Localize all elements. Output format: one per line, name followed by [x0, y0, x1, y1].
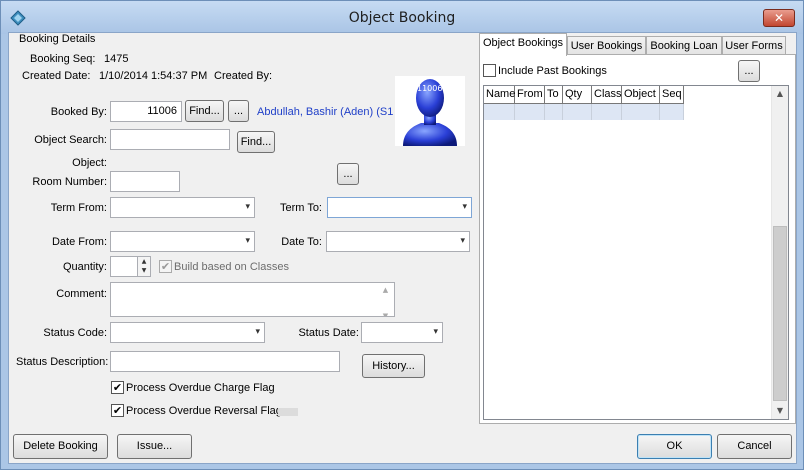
- bookings-more-button[interactable]: ...: [738, 60, 760, 82]
- column-header-class[interactable]: Class: [592, 86, 622, 104]
- created-date-value: 1/10/2014 1:54:37 PM: [99, 70, 208, 82]
- tab-user-forms[interactable]: User Forms: [722, 36, 786, 55]
- chevron-down-icon: ▾: [245, 202, 250, 212]
- date-from-select[interactable]: ▾: [110, 231, 255, 252]
- room-number-input[interactable]: [110, 171, 180, 192]
- object-booking-window: Object Booking ✕ Booking Details Booking…: [0, 0, 804, 470]
- object-bookings-panel: Include Past Bookings ... Name From To Q…: [479, 54, 796, 424]
- object-search-find-button[interactable]: Find...: [237, 131, 275, 153]
- textarea-scroll-icon: ▲ ▼: [382, 286, 389, 317]
- title-bar[interactable]: Object Booking ✕: [1, 1, 803, 34]
- column-header-object[interactable]: Object: [622, 86, 660, 104]
- booked-by-name-link[interactable]: Abdullah, Bashir (Aden) (S12: [257, 106, 393, 118]
- chevron-down-icon: ▾: [255, 327, 260, 337]
- include-past-checkbox[interactable]: [483, 64, 496, 77]
- object-label: Object:: [72, 157, 107, 169]
- object-more-button[interactable]: ...: [337, 163, 359, 185]
- comment-textarea[interactable]: ▲ ▼: [110, 282, 395, 317]
- user-avatar: 11006: [395, 76, 465, 146]
- column-header-to[interactable]: To: [545, 86, 563, 104]
- term-from-label: Term From:: [50, 202, 107, 214]
- date-to-label: Date To:: [281, 236, 322, 248]
- dialog-body: Booking Details Booking Seq: 1475 Create…: [8, 32, 797, 464]
- quantity-label: Quantity:: [62, 261, 107, 273]
- scroll-up-icon[interactable]: ▲: [772, 86, 788, 102]
- object-search-input[interactable]: [110, 129, 230, 150]
- scroll-down-icon[interactable]: ▼: [772, 403, 788, 419]
- term-to-select[interactable]: ▾: [327, 197, 472, 218]
- column-header-name[interactable]: Name: [484, 86, 515, 104]
- status-code-select[interactable]: ▾: [110, 322, 265, 343]
- term-to-label: Term To:: [280, 202, 322, 214]
- chevron-down-icon: ▾: [460, 236, 465, 246]
- booked-by-more-button[interactable]: ...: [228, 100, 249, 122]
- close-button[interactable]: ✕: [763, 9, 795, 27]
- date-from-label: Date From:: [51, 236, 107, 248]
- grid-header: Name From To Qty Class Object Seq: [484, 86, 684, 104]
- cancel-button[interactable]: Cancel: [717, 434, 792, 459]
- scroll-thumb[interactable]: [773, 226, 787, 401]
- issue-button[interactable]: Issue...: [117, 434, 192, 459]
- flag-spacer: [278, 408, 298, 416]
- include-past-label: Include Past Bookings: [498, 65, 607, 77]
- column-header-from[interactable]: From: [515, 86, 545, 104]
- tab-booking-loan[interactable]: Booking Loan: [646, 36, 722, 55]
- status-date-select[interactable]: ▾: [361, 322, 443, 343]
- object-search-label: Object Search:: [34, 134, 107, 146]
- delete-booking-button[interactable]: Delete Booking: [13, 434, 108, 459]
- build-classes-label: Build based on Classes: [174, 261, 289, 273]
- quantity-stepper[interactable]: ▲ ▼: [110, 256, 151, 277]
- spin-arrows-icon[interactable]: ▲ ▼: [137, 257, 150, 276]
- overdue-charge-label: Process Overdue Charge Flag: [126, 382, 275, 394]
- overdue-reversal-checkbox[interactable]: ✔: [111, 404, 124, 417]
- booked-by-input[interactable]: 11006: [110, 101, 182, 122]
- booking-details-group-label: Booking Details: [19, 33, 96, 45]
- column-header-qty[interactable]: Qty: [563, 86, 592, 104]
- created-by-label: Created By:: [214, 70, 273, 82]
- created-date-label: Created Date:: [22, 70, 91, 82]
- tab-user-bookings[interactable]: User Bookings: [567, 36, 646, 55]
- status-description-label: Status Description:: [16, 356, 109, 368]
- avatar-id-text: 11006: [417, 84, 443, 93]
- booking-seq-label: Booking Seq:: [30, 53, 96, 65]
- ok-button[interactable]: OK: [637, 434, 712, 459]
- window-title: Object Booking: [348, 10, 456, 26]
- status-date-label: Status Date:: [298, 327, 359, 339]
- chevron-down-icon: ▾: [462, 202, 467, 212]
- term-from-select[interactable]: ▾: [110, 197, 255, 218]
- booked-by-find-button[interactable]: Find...: [185, 100, 224, 122]
- chevron-down-icon: ▾: [245, 236, 250, 246]
- grid-scrollbar[interactable]: ▲ ▼: [771, 86, 788, 419]
- column-header-seq[interactable]: Seq: [660, 86, 684, 104]
- build-classes-checkbox[interactable]: ✔: [159, 260, 172, 273]
- status-description-input[interactable]: [110, 351, 340, 372]
- status-code-label: Status Code:: [43, 327, 107, 339]
- tab-object-bookings[interactable]: Object Bookings: [479, 33, 567, 56]
- chevron-down-icon: ▾: [433, 327, 438, 337]
- overdue-reversal-label: Process Overdue Reversal Flag: [126, 405, 282, 417]
- booked-by-label: Booked By:: [50, 106, 107, 118]
- bookings-grid[interactable]: Name From To Qty Class Object Seq ▲ ▼: [483, 85, 789, 420]
- booking-seq-value: 1475: [104, 53, 129, 65]
- overdue-charge-checkbox[interactable]: ✔: [111, 381, 124, 394]
- date-to-select[interactable]: ▾: [326, 231, 470, 252]
- room-number-label: Room Number:: [32, 176, 107, 188]
- comment-label: Comment:: [56, 288, 107, 300]
- history-button[interactable]: History...: [362, 354, 425, 378]
- table-row[interactable]: [484, 104, 684, 120]
